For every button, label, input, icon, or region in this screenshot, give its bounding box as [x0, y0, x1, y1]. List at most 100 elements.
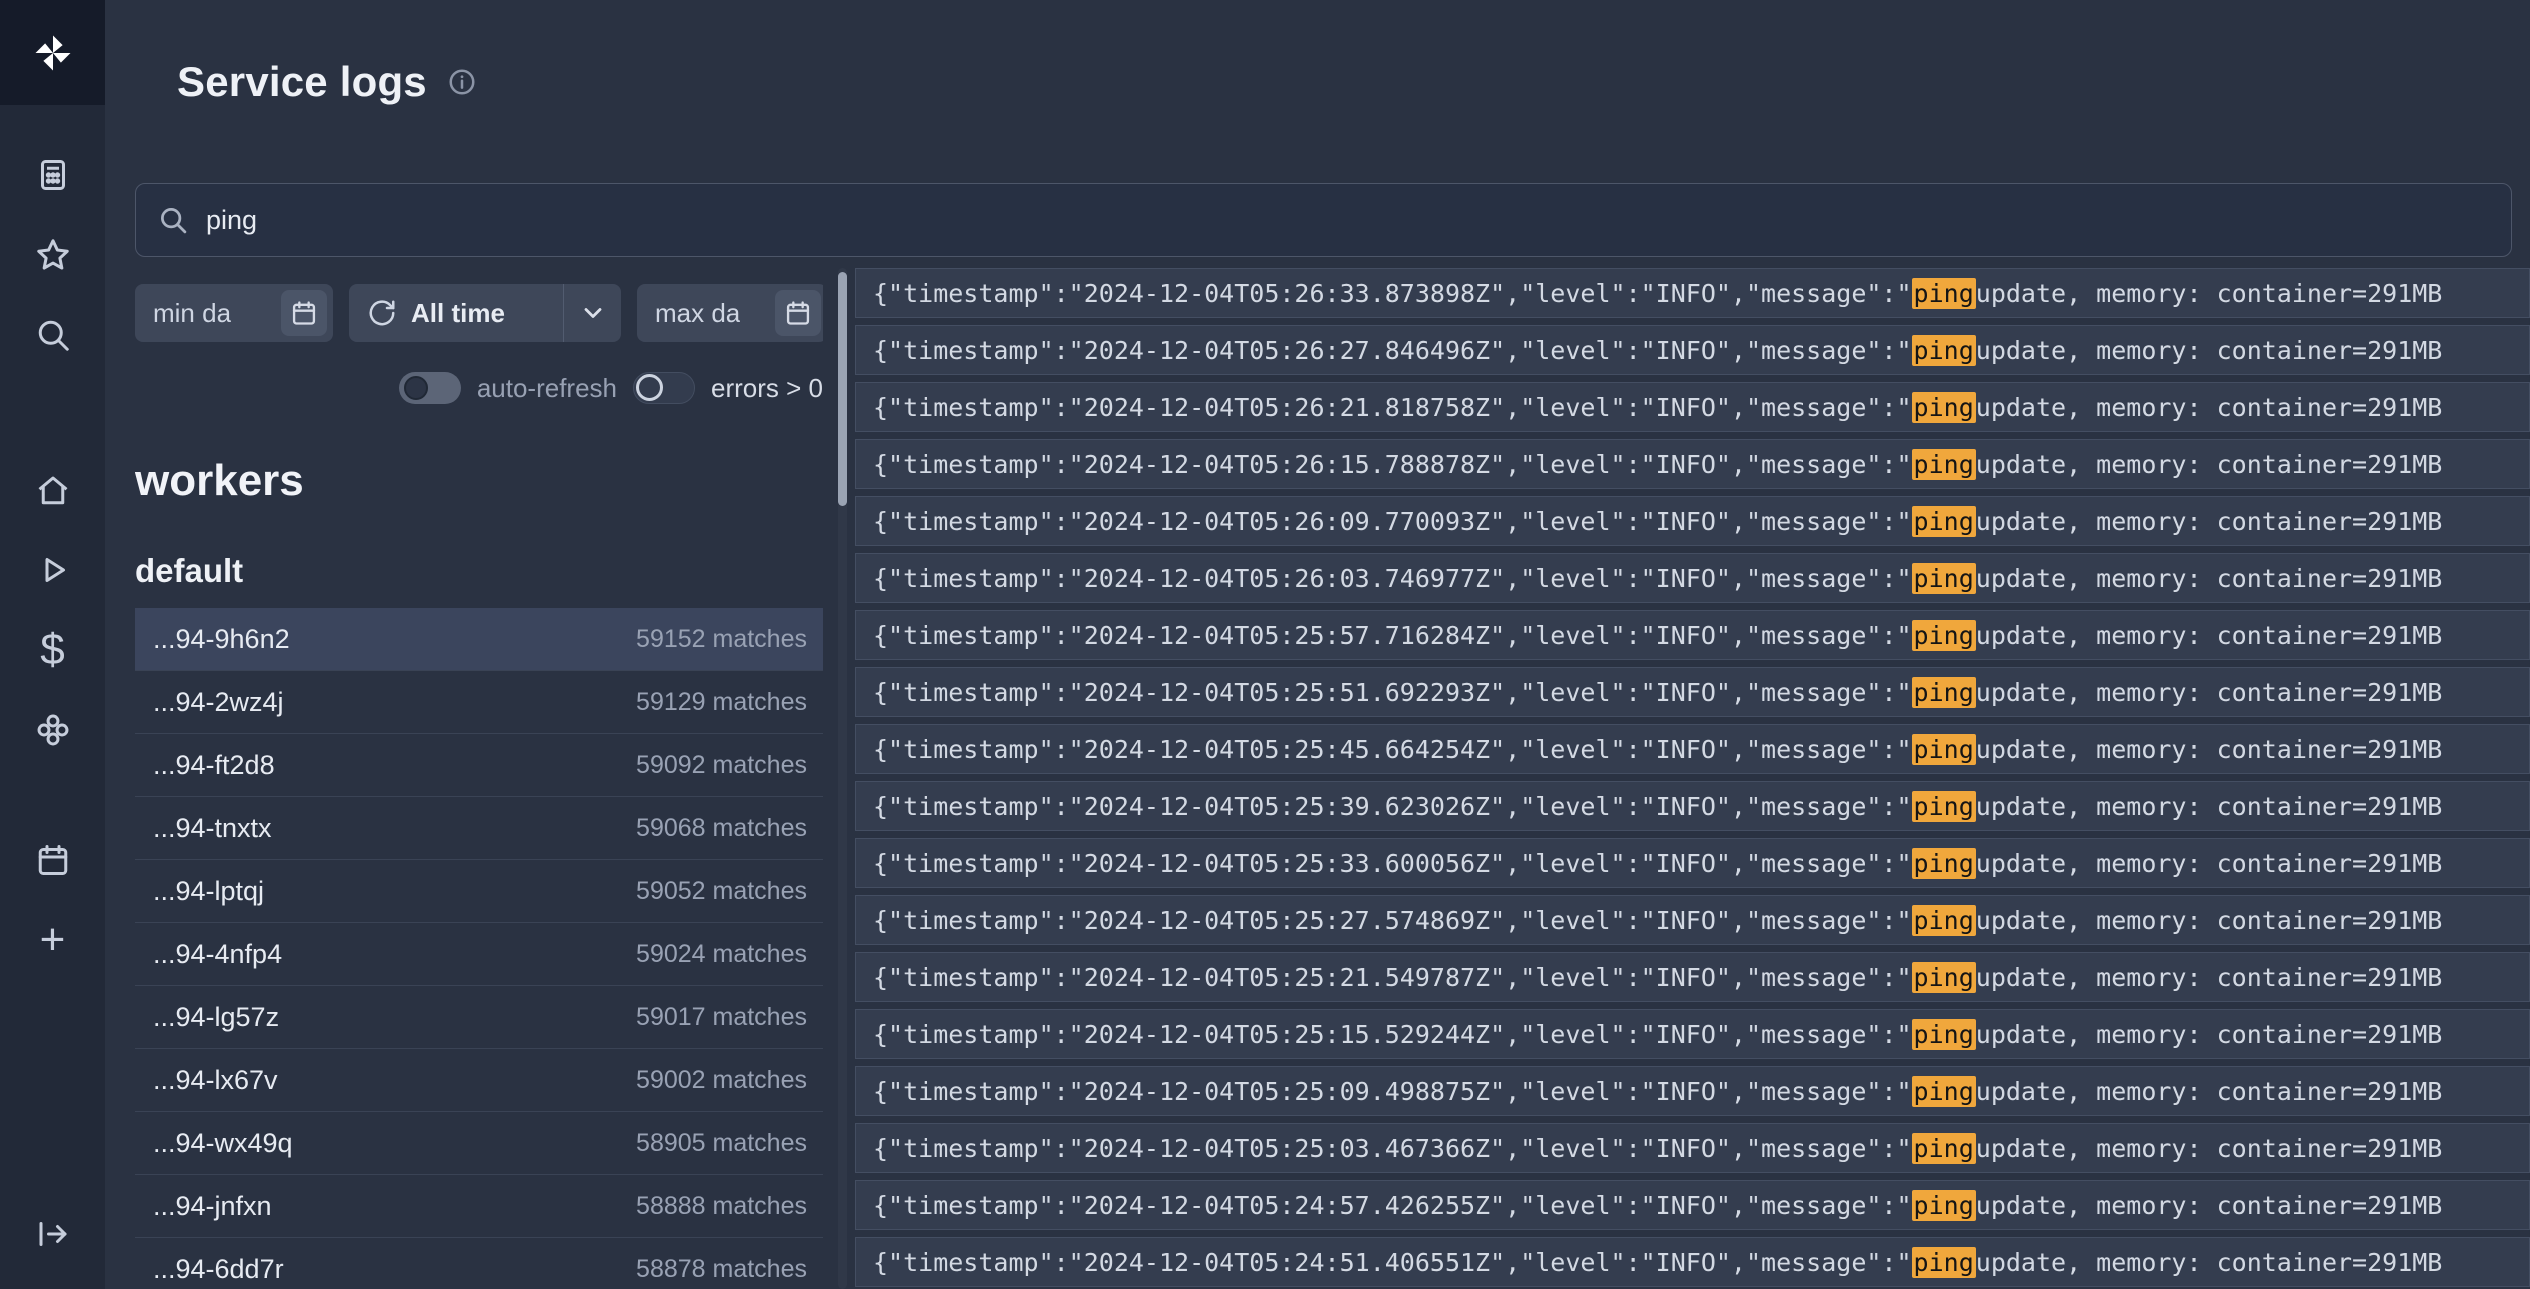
worker-row[interactable]: ...94-9h6n2 59152 matches — [135, 608, 823, 671]
log-highlight: ping — [1912, 620, 1976, 651]
log-line: {"timestamp":"2024-12-04T05:25:57.716284… — [855, 610, 2530, 660]
sidebar-item-add[interactable]: + — [0, 900, 105, 980]
log-suffix: update, memory: container=291MB — [1976, 564, 2443, 593]
worker-row[interactable]: ...94-wx49q 58905 matches — [135, 1112, 823, 1175]
log-prefix: {"timestamp":"2024-12-04T05:25:03.467366… — [873, 1134, 1912, 1163]
log-suffix: update, memory: container=291MB — [1976, 1134, 2443, 1163]
search-icon — [35, 317, 71, 353]
calculator-icon — [35, 157, 71, 193]
worker-match-count: 59092 matches — [636, 751, 807, 780]
worker-row[interactable]: ...94-4nfp4 59024 matches — [135, 923, 823, 986]
worker-row[interactable]: ...94-ft2d8 59092 matches — [135, 734, 823, 797]
sidebar-item-variables[interactable]: $ — [0, 610, 105, 690]
log-line: {"timestamp":"2024-12-04T05:26:15.788878… — [855, 439, 2530, 489]
worker-name: ...94-6dd7r — [153, 1254, 284, 1285]
search-input[interactable] — [206, 205, 2489, 236]
worker-match-count: 59068 matches — [636, 814, 807, 843]
log-suffix: update, memory: container=291MB — [1976, 279, 2443, 308]
log-highlight: ping — [1912, 449, 1976, 480]
log-highlight: ping — [1912, 848, 1976, 879]
sidebar-item-search[interactable] — [0, 295, 105, 375]
log-line: {"timestamp":"2024-12-04T05:25:09.498875… — [855, 1066, 2530, 1116]
worker-row[interactable]: ...94-lptqj 59052 matches — [135, 860, 823, 923]
home-icon — [35, 472, 71, 508]
log-prefix: {"timestamp":"2024-12-04T05:25:27.574869… — [873, 906, 1912, 935]
max-date-input[interactable]: max da — [637, 284, 823, 342]
sidebar-item-apps[interactable] — [0, 135, 105, 215]
log-line: {"timestamp":"2024-12-04T05:25:33.600056… — [855, 838, 2530, 888]
toggle-knob — [404, 376, 428, 400]
expand-menu-icon — [35, 1216, 71, 1252]
sidebar-item-home[interactable] — [0, 450, 105, 530]
worker-row[interactable]: ...94-jnfxn 58888 matches — [135, 1175, 823, 1238]
worker-name: ...94-tnxtx — [153, 813, 272, 844]
time-range-button[interactable]: All time — [349, 284, 621, 342]
date-filter-row: min da All time — [135, 284, 823, 342]
log-suffix: update, memory: container=291MB — [1976, 1020, 2443, 1049]
worker-row[interactable]: ...94-tnxtx 59068 matches — [135, 797, 823, 860]
sidebar-expand-menu[interactable] — [0, 1194, 105, 1274]
log-line: {"timestamp":"2024-12-04T05:26:27.846496… — [855, 325, 2530, 375]
search-icon — [158, 205, 188, 235]
time-range-dropdown[interactable] — [563, 284, 621, 342]
worker-name: ...94-jnfxn — [153, 1191, 272, 1222]
page-title: Service logs — [177, 58, 427, 106]
log-prefix: {"timestamp":"2024-12-04T05:26:21.818758… — [873, 393, 1912, 422]
worker-match-count: 59017 matches — [636, 1003, 807, 1032]
log-rows: {"timestamp":"2024-12-04T05:26:33.873898… — [855, 268, 2530, 1289]
worker-row[interactable]: ...94-lg57z 59017 matches — [135, 986, 823, 1049]
min-date-input[interactable]: min da — [135, 284, 333, 342]
sidebar-item-favorites[interactable] — [0, 215, 105, 295]
page-header: Service logs — [177, 58, 477, 106]
worker-match-count: 58888 matches — [636, 1192, 807, 1221]
icon-sidebar: $ + — [0, 0, 105, 1289]
log-prefix: {"timestamp":"2024-12-04T05:25:39.623026… — [873, 792, 1912, 821]
windmill-logo-icon — [32, 32, 74, 74]
worker-match-count: 59052 matches — [636, 877, 807, 906]
time-range-label: All time — [411, 298, 505, 329]
worker-name: ...94-lg57z — [153, 1002, 279, 1033]
log-suffix: update, memory: container=291MB — [1976, 1191, 2443, 1220]
max-date-calendar-button[interactable] — [775, 290, 821, 336]
log-line: {"timestamp":"2024-12-04T05:25:51.692293… — [855, 667, 2530, 717]
worker-group-heading: default — [135, 552, 823, 590]
log-line: {"timestamp":"2024-12-04T05:25:15.529244… — [855, 1009, 2530, 1059]
refresh-icon — [367, 298, 397, 328]
service-logs-page: $ + Service logs — [0, 0, 2530, 1289]
log-highlight: ping — [1912, 278, 1976, 309]
min-date-placeholder: min da — [153, 298, 231, 329]
app-logo[interactable] — [0, 0, 105, 105]
sidebar-item-resources[interactable] — [0, 690, 105, 770]
log-suffix: update, memory: container=291MB — [1976, 621, 2443, 650]
log-line: {"timestamp":"2024-12-04T05:25:45.664254… — [855, 724, 2530, 774]
errors-only-toggle[interactable] — [633, 372, 695, 404]
sidebar-item-runs[interactable] — [0, 530, 105, 610]
info-icon[interactable] — [447, 67, 477, 97]
log-line: {"timestamp":"2024-12-04T05:25:27.574869… — [855, 895, 2530, 945]
worker-row[interactable]: ...94-lx67v 59002 matches — [135, 1049, 823, 1112]
log-highlight: ping — [1912, 335, 1976, 366]
log-prefix: {"timestamp":"2024-12-04T05:24:57.426255… — [873, 1191, 1912, 1220]
log-suffix: update, memory: container=291MB — [1976, 735, 2443, 764]
worker-row[interactable]: ...94-6dd7r 58878 matches — [135, 1238, 823, 1289]
log-highlight: ping — [1912, 1019, 1976, 1050]
log-suffix: update, memory: container=291MB — [1976, 792, 2443, 821]
sidebar-item-schedules[interactable] — [0, 820, 105, 900]
log-scrollbar-track[interactable] — [838, 268, 847, 1289]
worker-match-count: 58878 matches — [636, 1255, 807, 1284]
log-prefix: {"timestamp":"2024-12-04T05:25:51.692293… — [873, 678, 1912, 707]
auto-refresh-toggle[interactable] — [399, 372, 461, 404]
worker-row[interactable]: ...94-2wz4j 59129 matches — [135, 671, 823, 734]
log-line: {"timestamp":"2024-12-04T05:25:39.623026… — [855, 781, 2530, 831]
min-date-calendar-button[interactable] — [281, 290, 327, 336]
log-prefix: {"timestamp":"2024-12-04T05:26:27.846496… — [873, 336, 1912, 365]
log-line: {"timestamp":"2024-12-04T05:26:03.746977… — [855, 553, 2530, 603]
worker-match-count: 59152 matches — [636, 625, 807, 654]
dollar-icon: $ — [40, 628, 64, 672]
log-highlight: ping — [1912, 563, 1976, 594]
log-highlight: ping — [1912, 962, 1976, 993]
log-line: {"timestamp":"2024-12-04T05:24:57.426255… — [855, 1180, 2530, 1230]
worker-match-count: 59002 matches — [636, 1066, 807, 1095]
log-scrollbar-thumb[interactable] — [838, 272, 847, 506]
toggle-knob — [636, 374, 663, 401]
